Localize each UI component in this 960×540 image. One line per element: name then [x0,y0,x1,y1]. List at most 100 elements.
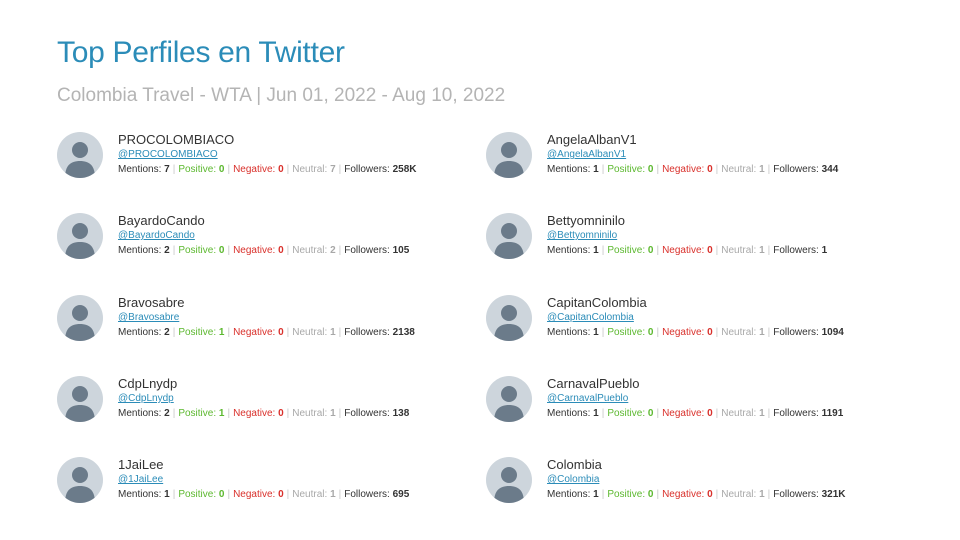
profile-handle-link[interactable]: @Bettyomninilo [547,230,617,241]
profile-card: Bravosabre @Bravosabre Mentions: 2 | Positiv… [57,295,477,355]
profiles-grid: PROCOLOMBIACO @PROCOLOMBIACO Mentions: 7 | P… [0,0,960,540]
mentions-value: 7 [164,164,170,175]
separator: | [767,408,771,419]
followers-value: 2138 [392,327,415,338]
neutral-value: 7 [330,164,336,175]
separator: | [338,489,342,500]
mentions-label: Mentions: [547,245,591,256]
profile-handle-link[interactable]: @Bravosabre [118,312,179,323]
profile-stats: Mentions: 1 | Positive: 0 | Negative: 0 | Neut… [547,164,838,175]
neutral-label: Neutral: [721,327,757,338]
neutral-label: Neutral: [292,489,328,500]
positive-value: 0 [218,245,225,256]
negative-label: Negative: [233,408,276,419]
neutral-label: Neutral: [721,164,757,175]
separator: | [601,327,605,338]
avatar-icon[interactable] [486,132,532,178]
separator: | [601,489,605,500]
followers-value: 1191 [821,408,844,419]
neutral-value: 2 [330,245,336,256]
profile-handle-link[interactable]: @CdpLnydp [118,393,174,404]
avatar-icon[interactable] [486,295,532,341]
separator: | [656,164,660,175]
profile-handle-link[interactable]: @BayardoCando [118,230,195,241]
separator: | [601,408,605,419]
profile-handle-link[interactable]: @CapitanColombia [547,312,634,323]
positive-label: Positive: [178,245,217,256]
profile-card: 1JaiLee @1JaiLee Mentions: 1 | Positive: 0 | N… [57,457,477,517]
mentions-label: Mentions: [547,408,591,419]
separator: | [767,164,771,175]
mentions-value: 1 [593,489,599,500]
negative-value: 0 [707,408,713,419]
followers-value: 105 [392,245,410,256]
mentions-value: 1 [593,327,599,338]
separator: | [286,408,290,419]
avatar-icon[interactable] [57,132,103,178]
profile-card: AngelaAlbanV1 @AngelaAlbanV1 Mentions: 1 | P… [486,132,906,192]
profile-handle-link[interactable]: @CarnavalPueblo [547,393,628,404]
followers-label: Followers: [773,489,819,500]
avatar-icon[interactable] [486,376,532,422]
avatar-icon[interactable] [57,376,103,422]
profile-handle-link[interactable]: @Colombia [547,474,599,485]
neutral-label: Neutral: [292,408,328,419]
avatar-icon[interactable] [486,457,532,503]
negative-value: 0 [278,489,284,500]
negative-label: Negative: [233,327,276,338]
positive-value: 0 [647,327,654,338]
separator: | [338,408,342,419]
separator: | [338,327,342,338]
separator: | [715,327,719,338]
neutral-value: 1 [330,408,336,419]
followers-label: Followers: [773,164,819,175]
profile-name: AngelaAlbanV1 [547,132,637,147]
followers-value: 321K [821,489,846,500]
negative-label: Negative: [233,245,276,256]
profile-card: CarnavalPueblo @CarnavalPueblo Mentions: 1… [486,376,906,436]
profile-handle-link[interactable]: @PROCOLOMBIACO [118,149,218,160]
neutral-value: 1 [759,245,765,256]
neutral-value: 1 [759,164,765,175]
negative-value: 0 [278,164,284,175]
separator: | [172,408,176,419]
avatar-icon[interactable] [57,213,103,259]
neutral-value: 1 [759,327,765,338]
profile-stats: Mentions: 2 | Positive: 0 | Negative: 0 | Neut… [118,245,409,256]
followers-value: 138 [392,408,410,419]
followers-label: Followers: [344,164,390,175]
avatar-icon[interactable] [57,457,103,503]
profile-name: BayardoCando [118,213,205,228]
negative-value: 0 [707,327,713,338]
profile-name: Colombia [547,457,602,472]
mentions-label: Mentions: [118,327,162,338]
profile-card: BayardoCando @BayardoCando Mentions: 2 | Pos… [57,213,477,273]
avatar-icon[interactable] [57,295,103,341]
positive-label: Positive: [178,489,217,500]
mentions-label: Mentions: [547,489,591,500]
negative-label: Negative: [662,489,705,500]
profile-handle-link[interactable]: @1JaiLee [118,474,163,485]
profile-handle-link[interactable]: @AngelaAlbanV1 [547,149,626,160]
positive-label: Positive: [607,489,646,500]
separator: | [656,245,660,256]
separator: | [286,164,290,175]
separator: | [601,245,605,256]
positive-label: Positive: [607,164,646,175]
negative-label: Negative: [233,489,276,500]
positive-value: 0 [647,245,654,256]
profile-stats: Mentions: 2 | Positive: 1 | Negative: 0 | Neut… [118,408,409,419]
separator: | [767,327,771,338]
avatar-icon[interactable] [486,213,532,259]
profile-name: CapitanColombia [547,295,647,310]
positive-label: Positive: [178,164,217,175]
negative-value: 0 [278,327,284,338]
neutral-label: Neutral: [721,408,757,419]
mentions-label: Mentions: [118,245,162,256]
profile-card: CapitanColombia @CapitanColombia Mentions:… [486,295,906,355]
mentions-value: 1 [593,164,599,175]
mentions-label: Mentions: [118,408,162,419]
followers-label: Followers: [344,408,390,419]
profile-name: CdpLnydp [118,376,178,391]
followers-value: 695 [392,489,410,500]
